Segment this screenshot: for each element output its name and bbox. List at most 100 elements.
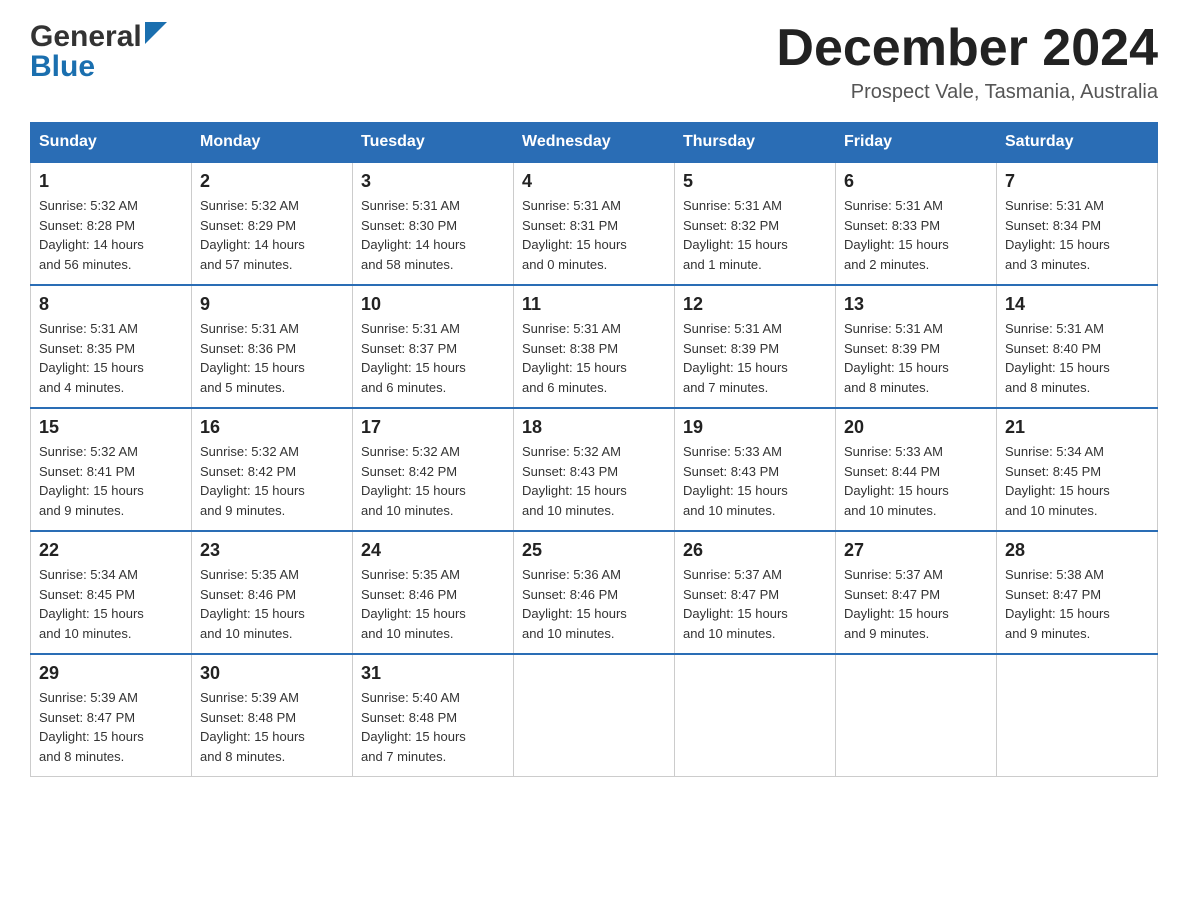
calendar-cell: 14 Sunrise: 5:31 AMSunset: 8:40 PMDaylig… — [997, 285, 1158, 408]
day-info: Sunrise: 5:31 AMSunset: 8:36 PMDaylight:… — [200, 319, 344, 397]
calendar-cell: 11 Sunrise: 5:31 AMSunset: 8:38 PMDaylig… — [514, 285, 675, 408]
day-number: 24 — [361, 540, 505, 561]
header-tuesday: Tuesday — [353, 123, 514, 163]
day-number: 28 — [1005, 540, 1149, 561]
calendar-cell: 2 Sunrise: 5:32 AMSunset: 8:29 PMDayligh… — [192, 162, 353, 285]
day-number: 2 — [200, 171, 344, 192]
day-info: Sunrise: 5:32 AMSunset: 8:42 PMDaylight:… — [200, 442, 344, 520]
header-saturday: Saturday — [997, 123, 1158, 163]
calendar-cell: 4 Sunrise: 5:31 AMSunset: 8:31 PMDayligh… — [514, 162, 675, 285]
day-number: 5 — [683, 171, 827, 192]
day-info: Sunrise: 5:31 AMSunset: 8:32 PMDaylight:… — [683, 196, 827, 274]
day-number: 21 — [1005, 417, 1149, 438]
header-row: Sunday Monday Tuesday Wednesday Thursday… — [31, 123, 1158, 163]
day-number: 15 — [39, 417, 183, 438]
calendar-cell: 19 Sunrise: 5:33 AMSunset: 8:43 PMDaylig… — [675, 408, 836, 531]
day-number: 27 — [844, 540, 988, 561]
day-info: Sunrise: 5:32 AMSunset: 8:41 PMDaylight:… — [39, 442, 183, 520]
day-info: Sunrise: 5:31 AMSunset: 8:30 PMDaylight:… — [361, 196, 505, 274]
day-number: 26 — [683, 540, 827, 561]
day-info: Sunrise: 5:31 AMSunset: 8:34 PMDaylight:… — [1005, 196, 1149, 274]
title-block: December 2024 Prospect Vale, Tasmania, A… — [776, 20, 1158, 104]
day-number: 29 — [39, 663, 183, 684]
header-friday: Friday — [836, 123, 997, 163]
calendar-cell: 6 Sunrise: 5:31 AMSunset: 8:33 PMDayligh… — [836, 162, 997, 285]
day-number: 31 — [361, 663, 505, 684]
day-number: 20 — [844, 417, 988, 438]
day-info: Sunrise: 5:39 AMSunset: 8:48 PMDaylight:… — [200, 688, 344, 766]
calendar-body: 1 Sunrise: 5:32 AMSunset: 8:28 PMDayligh… — [31, 162, 1158, 777]
calendar-cell: 23 Sunrise: 5:35 AMSunset: 8:46 PMDaylig… — [192, 531, 353, 654]
calendar-cell: 13 Sunrise: 5:31 AMSunset: 8:39 PMDaylig… — [836, 285, 997, 408]
day-number: 14 — [1005, 294, 1149, 315]
header-sunday: Sunday — [31, 123, 192, 163]
day-info: Sunrise: 5:31 AMSunset: 8:38 PMDaylight:… — [522, 319, 666, 397]
header-wednesday: Wednesday — [514, 123, 675, 163]
day-number: 13 — [844, 294, 988, 315]
day-info: Sunrise: 5:40 AMSunset: 8:48 PMDaylight:… — [361, 688, 505, 766]
calendar-cell: 8 Sunrise: 5:31 AMSunset: 8:35 PMDayligh… — [31, 285, 192, 408]
calendar-week-4: 22 Sunrise: 5:34 AMSunset: 8:45 PMDaylig… — [31, 531, 1158, 654]
day-number: 9 — [200, 294, 344, 315]
logo-blue-text: Blue — [30, 50, 95, 84]
day-info: Sunrise: 5:32 AMSunset: 8:42 PMDaylight:… — [361, 442, 505, 520]
calendar-cell — [514, 654, 675, 777]
calendar-cell: 29 Sunrise: 5:39 AMSunset: 8:47 PMDaylig… — [31, 654, 192, 777]
logo-arrow-icon — [145, 22, 167, 49]
day-info: Sunrise: 5:31 AMSunset: 8:39 PMDaylight:… — [683, 319, 827, 397]
day-info: Sunrise: 5:31 AMSunset: 8:37 PMDaylight:… — [361, 319, 505, 397]
calendar-cell — [675, 654, 836, 777]
day-info: Sunrise: 5:37 AMSunset: 8:47 PMDaylight:… — [683, 565, 827, 643]
calendar-header: Sunday Monday Tuesday Wednesday Thursday… — [31, 123, 1158, 163]
calendar-cell — [997, 654, 1158, 777]
day-number: 11 — [522, 294, 666, 315]
day-number: 30 — [200, 663, 344, 684]
day-info: Sunrise: 5:31 AMSunset: 8:31 PMDaylight:… — [522, 196, 666, 274]
day-info: Sunrise: 5:39 AMSunset: 8:47 PMDaylight:… — [39, 688, 183, 766]
day-info: Sunrise: 5:38 AMSunset: 8:47 PMDaylight:… — [1005, 565, 1149, 643]
month-title: December 2024 — [776, 20, 1158, 77]
day-info: Sunrise: 5:33 AMSunset: 8:43 PMDaylight:… — [683, 442, 827, 520]
calendar-week-3: 15 Sunrise: 5:32 AMSunset: 8:41 PMDaylig… — [31, 408, 1158, 531]
day-number: 17 — [361, 417, 505, 438]
day-info: Sunrise: 5:32 AMSunset: 8:29 PMDaylight:… — [200, 196, 344, 274]
calendar-cell: 26 Sunrise: 5:37 AMSunset: 8:47 PMDaylig… — [675, 531, 836, 654]
day-info: Sunrise: 5:32 AMSunset: 8:28 PMDaylight:… — [39, 196, 183, 274]
day-info: Sunrise: 5:33 AMSunset: 8:44 PMDaylight:… — [844, 442, 988, 520]
day-number: 16 — [200, 417, 344, 438]
logo-general-text: General — [30, 20, 142, 54]
day-info: Sunrise: 5:31 AMSunset: 8:35 PMDaylight:… — [39, 319, 183, 397]
calendar-week-5: 29 Sunrise: 5:39 AMSunset: 8:47 PMDaylig… — [31, 654, 1158, 777]
day-number: 25 — [522, 540, 666, 561]
calendar-cell: 21 Sunrise: 5:34 AMSunset: 8:45 PMDaylig… — [997, 408, 1158, 531]
day-number: 19 — [683, 417, 827, 438]
day-info: Sunrise: 5:34 AMSunset: 8:45 PMDaylight:… — [39, 565, 183, 643]
calendar-cell: 5 Sunrise: 5:31 AMSunset: 8:32 PMDayligh… — [675, 162, 836, 285]
calendar-table: Sunday Monday Tuesday Wednesday Thursday… — [30, 122, 1158, 777]
day-number: 6 — [844, 171, 988, 192]
day-number: 1 — [39, 171, 183, 192]
day-number: 4 — [522, 171, 666, 192]
calendar-cell — [836, 654, 997, 777]
calendar-week-2: 8 Sunrise: 5:31 AMSunset: 8:35 PMDayligh… — [31, 285, 1158, 408]
calendar-cell: 22 Sunrise: 5:34 AMSunset: 8:45 PMDaylig… — [31, 531, 192, 654]
day-info: Sunrise: 5:36 AMSunset: 8:46 PMDaylight:… — [522, 565, 666, 643]
calendar-cell: 30 Sunrise: 5:39 AMSunset: 8:48 PMDaylig… — [192, 654, 353, 777]
calendar-cell: 28 Sunrise: 5:38 AMSunset: 8:47 PMDaylig… — [997, 531, 1158, 654]
calendar-cell: 16 Sunrise: 5:32 AMSunset: 8:42 PMDaylig… — [192, 408, 353, 531]
day-number: 3 — [361, 171, 505, 192]
calendar-cell: 9 Sunrise: 5:31 AMSunset: 8:36 PMDayligh… — [192, 285, 353, 408]
day-number: 8 — [39, 294, 183, 315]
day-info: Sunrise: 5:35 AMSunset: 8:46 PMDaylight:… — [361, 565, 505, 643]
day-info: Sunrise: 5:31 AMSunset: 8:33 PMDaylight:… — [844, 196, 988, 274]
calendar-cell: 12 Sunrise: 5:31 AMSunset: 8:39 PMDaylig… — [675, 285, 836, 408]
calendar-cell: 24 Sunrise: 5:35 AMSunset: 8:46 PMDaylig… — [353, 531, 514, 654]
day-info: Sunrise: 5:31 AMSunset: 8:40 PMDaylight:… — [1005, 319, 1149, 397]
calendar-cell: 27 Sunrise: 5:37 AMSunset: 8:47 PMDaylig… — [836, 531, 997, 654]
calendar-cell: 25 Sunrise: 5:36 AMSunset: 8:46 PMDaylig… — [514, 531, 675, 654]
day-number: 12 — [683, 294, 827, 315]
day-info: Sunrise: 5:34 AMSunset: 8:45 PMDaylight:… — [1005, 442, 1149, 520]
day-info: Sunrise: 5:32 AMSunset: 8:43 PMDaylight:… — [522, 442, 666, 520]
page-header: General Blue December 2024 Prospect Vale… — [30, 20, 1158, 104]
day-info: Sunrise: 5:37 AMSunset: 8:47 PMDaylight:… — [844, 565, 988, 643]
